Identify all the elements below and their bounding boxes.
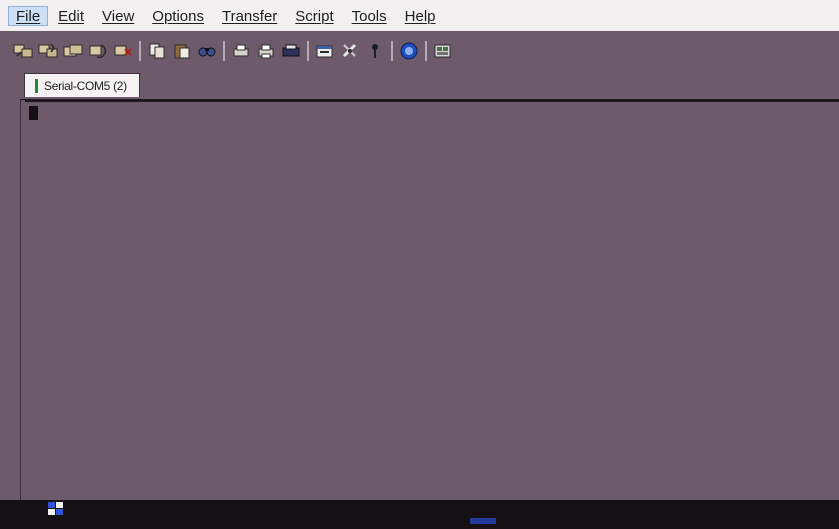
- tab-strip: Serial-COM5 (2): [20, 71, 839, 100]
- toolbar-separator: [223, 41, 225, 61]
- quick-connect-icon[interactable]: [37, 40, 59, 62]
- toolbar-separator: [307, 41, 309, 61]
- connect-icon[interactable]: [12, 40, 34, 62]
- menu-bar: File Edit View Options Transfer Script T…: [0, 0, 839, 31]
- menu-view[interactable]: View: [94, 6, 142, 26]
- toolbar-separator: [425, 41, 427, 61]
- toolbar: [0, 31, 839, 71]
- sftp-icon[interactable]: [432, 40, 454, 62]
- keymap-icon[interactable]: [364, 40, 386, 62]
- toolbar-separator: [139, 41, 141, 61]
- menu-options[interactable]: Options: [144, 6, 212, 26]
- menu-transfer[interactable]: Transfer: [214, 6, 285, 26]
- print-screen-icon[interactable]: [280, 40, 302, 62]
- disconnect-icon[interactable]: [112, 40, 134, 62]
- paste-icon[interactable]: [171, 40, 193, 62]
- session-options-icon[interactable]: [314, 40, 336, 62]
- menu-file[interactable]: File: [8, 5, 49, 26]
- toolbar-separator: [391, 41, 393, 61]
- menu-help[interactable]: Help: [397, 6, 444, 26]
- menu-edit[interactable]: Edit: [50, 6, 92, 26]
- taskbar: [0, 500, 839, 529]
- global-options-icon[interactable]: [339, 40, 361, 62]
- tab-serial-com5[interactable]: Serial-COM5 (2): [24, 73, 140, 97]
- start-button[interactable]: [44, 500, 74, 518]
- print-icon[interactable]: [255, 40, 277, 62]
- reconnect-icon[interactable]: [87, 40, 109, 62]
- crt-window: File Edit View Options Transfer Script T…: [0, 0, 839, 529]
- tab-label: Serial-COM5 (2): [44, 78, 127, 93]
- connect-in-tab-icon[interactable]: [62, 40, 84, 62]
- taskbar-status-tray[interactable]: [470, 518, 496, 524]
- terminal-area[interactable]: [25, 100, 839, 502]
- menu-script[interactable]: Script: [287, 6, 341, 26]
- help-icon[interactable]: [398, 40, 420, 62]
- terminal-cursor: [29, 106, 38, 120]
- menu-tools[interactable]: Tools: [344, 6, 395, 26]
- find-icon[interactable]: [196, 40, 218, 62]
- copy-icon[interactable]: [146, 40, 168, 62]
- left-gutter: [0, 71, 21, 501]
- print-setup-icon[interactable]: [230, 40, 252, 62]
- connection-status-indicator: [35, 78, 38, 93]
